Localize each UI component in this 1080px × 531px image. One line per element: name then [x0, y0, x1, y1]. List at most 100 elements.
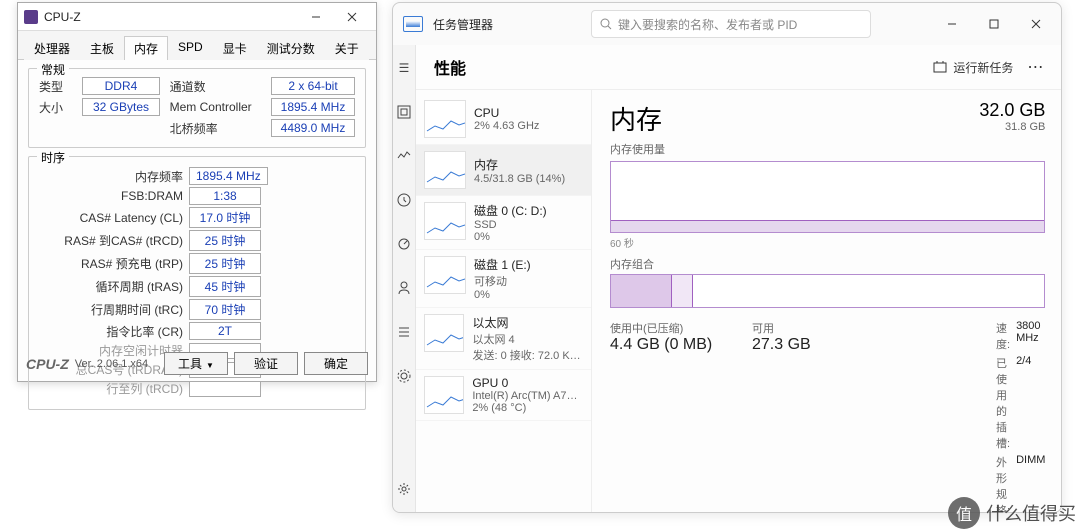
more-button[interactable]: ⋯ [1027, 57, 1045, 77]
cpuz-tab-5[interactable]: 测试分数 [257, 36, 325, 60]
tm-titlebar[interactable]: 任务管理器 键入要搜索的名称、发布者或 PID [393, 3, 1061, 45]
resource-item-5[interactable]: GPU 0Intel(R) Arc(TM) A750...2% (48 °C) [416, 370, 591, 421]
timing-label: RAS# 预充电 (tRP) [39, 255, 189, 272]
timings-legend: 时序 [37, 149, 69, 166]
item-sub: 2% 4.63 GHz [474, 120, 539, 132]
cpuz-tab-6[interactable]: 关于 [325, 36, 369, 60]
total-memory: 32.0 GB [979, 100, 1045, 121]
type-value: DDR4 [82, 77, 159, 95]
timing-value: 25 时钟 [189, 253, 261, 274]
cpuz-tab-3[interactable]: SPD [168, 36, 213, 60]
timing-label: 循环周期 (tRAS) [39, 278, 189, 295]
composition-label: 内存组合 [610, 256, 1045, 272]
item-title: 内存 [474, 156, 565, 173]
task-manager-window: 任务管理器 键入要搜索的名称、发布者或 PID ☰ 性能 [392, 2, 1062, 513]
resource-item-2[interactable]: 磁盘 0 (C: D:)SSD0% [416, 196, 591, 250]
in-use-value: 4.4 GB (0 MB) [610, 336, 740, 354]
spec-block: 速度:3800 MHz 已使用的插槽:2/4 外形规格:DIMM 为硬件保留的内… [996, 320, 1045, 512]
tools-button[interactable]: 工具▼ [164, 352, 228, 375]
timing-label: 行至列 (tRCD) [39, 380, 189, 397]
item-title: 磁盘 0 (C: D:) [474, 202, 547, 219]
services-icon[interactable] [393, 365, 415, 387]
item-sub: 4.5/31.8 GB (14%) [474, 173, 565, 185]
ok-button[interactable]: 确定 [304, 352, 368, 375]
timing-label: CAS# Latency (CL) [39, 211, 189, 225]
run-task-button[interactable]: 运行新任务 [933, 59, 1013, 76]
cpuz-tab-2[interactable]: 内存 [124, 36, 168, 60]
usage-label: 内存使用量 [610, 141, 665, 157]
cpuz-app-icon [24, 10, 38, 24]
resource-item-1[interactable]: 内存4.5/31.8 GB (14%) [416, 145, 591, 196]
history-icon[interactable] [393, 189, 415, 211]
resource-list: CPU2% 4.63 GHz内存4.5/31.8 GB (14%)磁盘 0 (C… [416, 90, 592, 512]
search-icon [600, 18, 612, 30]
run-task-icon [933, 60, 947, 74]
resource-item-4[interactable]: 以太网以太网 4发送: 0 接收: 72.0 Kbps [416, 308, 591, 370]
item-title: GPU 0 [472, 376, 583, 390]
available-label: 可用 [752, 320, 852, 336]
cpuz-tab-1[interactable]: 主板 [80, 36, 124, 60]
timing-value: 45 时钟 [189, 276, 261, 297]
item-sub: Intel(R) Arc(TM) A750... [472, 390, 583, 402]
spec-speed: 3800 MHz [1016, 320, 1045, 352]
size-label: 大小 [39, 99, 72, 116]
item-sub2: 发送: 0 接收: 72.0 Kbps [472, 347, 583, 363]
usable-memory: 31.8 GB [979, 121, 1045, 133]
thumb-chart [424, 376, 464, 414]
item-sub2: 2% (48 °C) [472, 402, 583, 414]
search-input[interactable]: 键入要搜索的名称、发布者或 PID [591, 10, 871, 38]
channels-label: 通道数 [170, 78, 261, 95]
settings-icon[interactable] [393, 478, 415, 500]
usage-chart [610, 161, 1045, 233]
item-sub2: 0% [474, 289, 531, 301]
users-icon[interactable] [393, 277, 415, 299]
watermark-text: 什么值得买 [986, 500, 1076, 526]
channels-value: 2 x 64-bit [271, 77, 355, 95]
item-title: 磁盘 1 (E:) [474, 256, 531, 273]
detail-title: 内存 [610, 100, 665, 137]
nbfreq-value: 4489.0 MHz [271, 119, 355, 137]
spec-slots: 2/4 [1016, 355, 1045, 451]
panel-header: 性能 运行新任务 ⋯ [416, 45, 1061, 90]
menu-icon[interactable]: ☰ [393, 57, 415, 79]
maximize-icon[interactable] [973, 8, 1015, 40]
in-use-label: 使用中(已压缩) [610, 320, 740, 336]
timing-value: 1895.4 MHz [189, 167, 268, 185]
nav-rail: ☰ [393, 45, 416, 512]
timing-label: RAS# 到CAS# (tRCD) [39, 232, 189, 249]
item-title: CPU [474, 106, 539, 120]
minimize-icon[interactable] [931, 8, 973, 40]
resource-item-0[interactable]: CPU2% 4.63 GHz [416, 94, 591, 145]
item-sub: SSD [474, 219, 547, 231]
close-icon[interactable] [1015, 8, 1057, 40]
general-legend: 常规 [37, 61, 69, 78]
available-value: 27.3 GB [752, 336, 852, 354]
thumb-chart [424, 100, 466, 138]
startup-icon[interactable] [393, 233, 415, 255]
minimize-icon[interactable] [298, 6, 334, 28]
verify-button[interactable]: 验证 [234, 352, 298, 375]
cpuz-footer: CPU-Z Ver. 2.06.1.x64 工具▼ 验证 确定 [26, 352, 368, 375]
tm-title: 任务管理器 [433, 16, 493, 33]
close-icon[interactable] [334, 6, 370, 28]
thumb-chart [424, 256, 466, 294]
nbfreq-label: 北桥频率 [170, 120, 261, 137]
size-value: 32 GBytes [82, 98, 159, 116]
general-fieldset: 常规 类型 DDR4 通道数 2 x 64-bit 大小 32 GBytes M… [28, 68, 366, 148]
cpuz-brand: CPU-Z [26, 356, 69, 372]
processes-icon[interactable] [393, 101, 415, 123]
resource-item-3[interactable]: 磁盘 1 (E:)可移动0% [416, 250, 591, 308]
thumb-chart [424, 202, 466, 240]
details-icon[interactable] [393, 321, 415, 343]
timing-label: 行周期时间 (tRC) [39, 301, 189, 318]
cpuz-tab-4[interactable]: 显卡 [213, 36, 257, 60]
performance-icon[interactable] [393, 145, 415, 167]
timing-value: 17.0 时钟 [189, 207, 261, 228]
item-sub2: 0% [474, 231, 547, 243]
thumb-chart [424, 151, 466, 189]
item-title: 以太网 [472, 314, 583, 331]
cpuz-titlebar[interactable]: CPU-Z [18, 3, 376, 31]
cpuz-tab-0[interactable]: 处理器 [24, 36, 80, 60]
panel-heading: 性能 [434, 55, 466, 79]
timing-value: 70 时钟 [189, 299, 261, 320]
